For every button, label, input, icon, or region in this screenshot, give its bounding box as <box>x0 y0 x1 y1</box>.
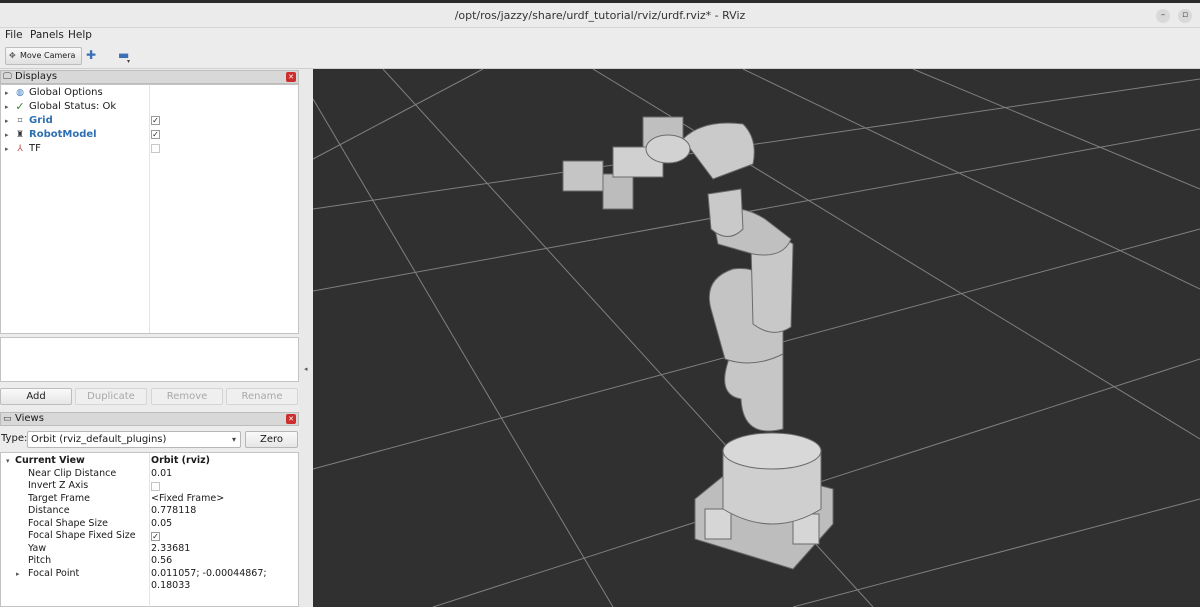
property-value[interactable]: 0.011057; -0.00044867; 0.18033 <box>151 568 298 593</box>
grid-icon: ⌗ <box>17 116 23 126</box>
menu-panels[interactable]: Panels <box>30 29 64 41</box>
property-row-yaw[interactable]: Yaw 2.33681 <box>1 543 298 556</box>
property-key: Distance <box>28 505 70 516</box>
dock-splitter[interactable]: ◂ <box>299 69 313 607</box>
displays-tree: ▸ ◍ Global Options ▸ ✓ Global Status: Ok… <box>0 84 299 334</box>
property-key: Focal Shape Size <box>28 517 108 529</box>
property-row-focal-shape-size[interactable]: Focal Shape Size 0.05 <box>1 518 298 531</box>
add-display-button[interactable]: Add <box>0 388 72 405</box>
property-value[interactable]: 2.33681 <box>151 543 190 556</box>
view-type-select[interactable]: Orbit (rviz_default_plugins) ▾ <box>27 431 241 448</box>
move-camera-icon: ✥ <box>9 51 16 60</box>
property-row-focal-shape-fixed[interactable]: Focal Shape Fixed Size ✓ <box>1 530 298 543</box>
property-value[interactable]: 0.56 <box>151 555 172 568</box>
view-type-value: Orbit (rviz_default_plugins) <box>31 434 167 445</box>
displays-close-icon[interactable]: ✕ <box>286 72 296 82</box>
tree-row-global-status[interactable]: ▸ ✓ Global Status: Ok <box>1 100 298 114</box>
camera-icon: ▭ <box>3 414 12 424</box>
tree-row-robotmodel[interactable]: ▸ ♜ RobotModel ✓ <box>1 128 298 142</box>
current-view-row[interactable]: ▾ Current View Orbit (rviz) <box>1 455 298 468</box>
collapse-arrow-icon[interactable]: ▾ <box>6 455 10 468</box>
views-close-icon[interactable]: ✕ <box>286 414 296 424</box>
expand-arrow-icon[interactable]: ▸ <box>5 128 9 142</box>
property-key: Current View <box>15 455 85 466</box>
scene-canvas[interactable] <box>313 69 1200 607</box>
tree-label: Global Status: Ok <box>29 101 117 112</box>
property-value[interactable]: 0.01 <box>151 468 172 481</box>
menu-bar: File Panels Help <box>0 29 1200 43</box>
property-value[interactable]: 0.778118 <box>151 505 196 518</box>
robot-arm-model <box>562 116 834 570</box>
move-camera-button[interactable]: ✥ Move Camera <box>5 47 82 65</box>
property-row-distance[interactable]: Distance 0.778118 <box>1 505 298 518</box>
views-panel-header: ▭ Views ✕ <box>0 412 299 426</box>
monitor-icon: 🖵 <box>3 72 12 82</box>
window-title: /opt/ros/jazzy/share/urdf_tutorial/rviz/… <box>454 9 746 22</box>
views-title: Views <box>15 413 44 424</box>
crosshair-plus-icon[interactable]: ✚ <box>86 49 96 61</box>
property-description-box <box>0 337 299 382</box>
menu-help[interactable]: Help <box>68 29 92 41</box>
property-key: Target Frame <box>28 492 91 504</box>
property-key: Near Clip Distance <box>28 467 117 479</box>
tree-row-grid[interactable]: ▸ ⌗ Grid ✓ <box>1 114 298 128</box>
tree-label: RobotModel <box>29 129 97 140</box>
view-type-row: Type: Orbit (rviz_default_plugins) ▾ Zer… <box>0 430 299 449</box>
tree-label: Global Options <box>29 87 103 98</box>
tree-label: Grid <box>29 115 53 126</box>
render-viewport[interactable] <box>313 69 1200 607</box>
invert-z-checkbox[interactable] <box>151 482 160 491</box>
remove-display-button[interactable]: Remove <box>151 388 223 405</box>
checkmark-icon: ✓ <box>15 100 25 113</box>
dropdown-arrow-icon[interactable]: ▾ <box>127 58 130 65</box>
tree-label: TF <box>29 143 41 154</box>
minimize-button[interactable]: – <box>1156 9 1170 23</box>
property-key: Yaw <box>28 542 47 554</box>
zero-button[interactable]: Zero <box>245 431 298 448</box>
property-row-pitch[interactable]: Pitch 0.56 <box>1 555 298 568</box>
tree-row-global-options[interactable]: ▸ ◍ Global Options <box>1 86 298 100</box>
property-row-near-clip[interactable]: Near Clip Distance 0.01 <box>1 468 298 481</box>
globe-icon: ◍ <box>16 88 24 98</box>
property-row-invert-z[interactable]: Invert Z Axis <box>1 480 298 493</box>
property-value: Orbit (rviz) <box>151 455 211 466</box>
displays-panel-header: 🖵 Displays ✕ <box>0 70 299 84</box>
property-value[interactable]: 0.05 <box>151 518 172 531</box>
focal-shape-fixed-checkbox[interactable]: ✓ <box>151 532 160 541</box>
property-key: Invert Z Axis <box>28 480 89 491</box>
property-key: Focal Point <box>28 567 80 579</box>
tree-row-tf[interactable]: ▸ ⅄ TF <box>1 142 298 156</box>
robotmodel-enabled-checkbox[interactable]: ✓ <box>151 130 160 139</box>
restore-button[interactable]: ▫ <box>1178 9 1192 23</box>
property-row-target-frame[interactable]: Target Frame <Fixed Frame> <box>1 493 298 506</box>
toolbar: ✥ Move Camera ✚ ▬ ▾ <box>0 44 1200 69</box>
expand-arrow-icon[interactable]: ▸ <box>5 86 9 100</box>
property-value[interactable]: <Fixed Frame> <box>151 493 224 506</box>
expand-arrow-icon[interactable]: ▸ <box>5 142 9 156</box>
property-key: Pitch <box>28 555 52 566</box>
displays-title: Displays <box>15 71 58 82</box>
robot-icon: ♜ <box>15 130 25 140</box>
views-property-tree: ▾ Current View Orbit (rviz) Near Clip Di… <box>0 452 299 607</box>
menu-file[interactable]: File <box>5 29 23 41</box>
chevron-down-icon: ▾ <box>231 435 236 444</box>
duplicate-display-button[interactable]: Duplicate <box>75 388 147 405</box>
property-key: Focal Shape Fixed Size <box>28 530 136 541</box>
expand-arrow-icon[interactable]: ▸ <box>5 100 9 114</box>
expand-arrow-icon[interactable]: ▸ <box>5 114 9 128</box>
view-type-label: Type: <box>1 433 28 444</box>
property-row-focal-point[interactable]: ▸ Focal Point 0.011057; -0.00044867; 0.1… <box>1 567 298 592</box>
tf-enabled-checkbox[interactable] <box>151 144 160 153</box>
move-camera-label: Move Camera <box>20 51 76 60</box>
tf-axes-icon: ⅄ <box>17 144 23 154</box>
rename-display-button[interactable]: Rename <box>226 388 298 405</box>
title-bar: /opt/ros/jazzy/share/urdf_tutorial/rviz/… <box>0 3 1200 28</box>
collapse-left-icon[interactable]: ◂ <box>304 365 308 373</box>
expand-arrow-icon[interactable]: ▸ <box>16 568 20 581</box>
grid-enabled-checkbox[interactable]: ✓ <box>151 116 160 125</box>
